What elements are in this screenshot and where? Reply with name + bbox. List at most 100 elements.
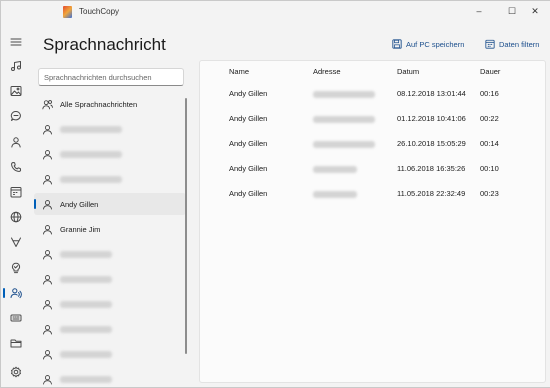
contact-name: Grannie Jim <box>60 224 101 234</box>
table-row[interactable]: Andy Gillen 01.12.2018 10:41:06 00:22 <box>200 106 545 131</box>
contact-item[interactable] <box>34 168 186 190</box>
contact-all-voicemails[interactable]: Alle Sprachnachrichten <box>34 93 186 115</box>
cell-date: 01.12.2018 10:41:06 <box>397 114 466 123</box>
search-box[interactable] <box>38 68 187 86</box>
redacted-contact-name <box>60 375 112 383</box>
contact-list-scrollbar[interactable] <box>185 98 187 354</box>
save-to-pc-button[interactable]: Auf PC speichern <box>392 38 464 50</box>
table-row[interactable]: Andy Gillen 11.06.2018 16:35:26 00:10 <box>200 156 545 181</box>
nav-internet-button[interactable] <box>7 208 25 226</box>
column-header-date[interactable]: Datum <box>397 67 419 76</box>
contact-item[interactable] <box>34 143 186 165</box>
cell-address <box>313 89 375 98</box>
contact-name: Alle Sprachnachrichten <box>60 99 138 109</box>
redacted-address <box>313 140 375 148</box>
save-icon <box>392 39 402 49</box>
cell-address <box>313 164 357 173</box>
person-icon <box>41 248 53 260</box>
cell-address <box>313 189 357 198</box>
cell-duration: 00:14 <box>480 139 499 148</box>
calendar-filter-icon <box>485 39 495 49</box>
person-icon <box>41 273 53 285</box>
contact-item[interactable] <box>34 368 186 387</box>
nav-music-button[interactable] <box>7 57 25 75</box>
voicemail-icon <box>10 288 22 299</box>
person-icon <box>41 198 53 210</box>
person-icon <box>41 323 53 335</box>
column-header-duration[interactable]: Dauer <box>480 67 500 76</box>
files-icon <box>10 339 22 348</box>
nav-calendar-button[interactable] <box>7 183 25 201</box>
table-row[interactable]: Andy Gillen 26.10.2018 15:05:29 00:14 <box>200 131 545 156</box>
contact-item[interactable]: Andy Gillen <box>34 193 186 215</box>
redacted-contact-name <box>60 300 112 308</box>
redacted-contact-name <box>60 275 112 283</box>
messages-icon <box>10 110 21 121</box>
contact-item[interactable] <box>34 118 186 140</box>
menu-icon <box>10 38 22 46</box>
calls-icon <box>11 162 22 172</box>
table-row[interactable]: Andy Gillen 11.05.2018 22:32:49 00:23 <box>200 181 545 206</box>
nav-settings-button[interactable] <box>7 363 25 381</box>
redacted-address <box>313 165 357 173</box>
person-icon <box>41 123 53 135</box>
person-icon <box>41 148 53 160</box>
redacted-address <box>313 190 357 198</box>
contact-item[interactable] <box>34 293 186 315</box>
contact-item[interactable]: Grannie Jim <box>34 218 186 240</box>
contact-item[interactable] <box>34 318 186 340</box>
column-header-name[interactable]: Name <box>229 67 249 76</box>
redacted-contact-name <box>60 125 122 133</box>
contact-item[interactable] <box>34 268 186 290</box>
cell-date: 26.10.2018 15:05:29 <box>397 139 466 148</box>
touchcopy-logo-icon <box>63 6 72 18</box>
redacted-contact-name <box>60 350 112 358</box>
redacted-contact-name <box>60 175 122 183</box>
cell-name: Andy Gillen <box>229 139 268 148</box>
column-header-address[interactable]: Adresse <box>313 67 341 76</box>
cell-duration: 00:22 <box>480 114 499 123</box>
nav-messages-button[interactable] <box>7 107 25 125</box>
cell-date: 08.12.2018 13:01:44 <box>397 89 466 98</box>
nav-wifi-button[interactable] <box>7 309 25 327</box>
cell-address <box>313 114 375 123</box>
contact-item[interactable] <box>34 343 186 365</box>
filter-data-button[interactable]: Daten filtern <box>485 38 539 50</box>
nav-calls-button[interactable] <box>7 158 25 176</box>
search-input[interactable] <box>39 69 187 85</box>
redacted-address <box>313 115 375 123</box>
nav-menu-button[interactable] <box>7 33 25 51</box>
cell-name: Andy Gillen <box>229 189 268 198</box>
cell-duration: 00:16 <box>480 89 499 98</box>
table-row[interactable]: Andy Gillen 08.12.2018 13:01:44 00:16 <box>200 81 545 106</box>
nav-active-indicator <box>3 288 5 298</box>
cell-name: Andy Gillen <box>229 89 268 98</box>
contact-item[interactable] <box>34 243 186 265</box>
cell-date: 11.05.2018 22:32:49 <box>397 189 466 198</box>
cell-duration: 00:23 <box>480 189 499 198</box>
person-icon <box>41 223 53 235</box>
calendar-icon <box>10 187 22 198</box>
selection-indicator <box>34 199 36 209</box>
close-button[interactable]: ✕ <box>524 4 546 18</box>
app-title: TouchCopy <box>79 7 120 16</box>
nav-notes-button[interactable] <box>7 233 25 251</box>
maximize-button[interactable]: ☐ <box>501 4 523 18</box>
minimize-button[interactable]: – <box>468 4 490 18</box>
photos-icon <box>10 86 22 96</box>
person-icon <box>41 348 53 360</box>
nav-reminders-button[interactable] <box>7 259 25 277</box>
cell-date: 11.06.2018 16:35:26 <box>397 164 466 173</box>
nav-photos-button[interactable] <box>7 82 25 100</box>
nav-files-button[interactable] <box>7 334 25 352</box>
save-to-pc-label: Auf PC speichern <box>406 39 465 49</box>
nav-voicemail-button[interactable] <box>7 284 25 302</box>
redacted-contact-name <box>60 150 122 158</box>
filter-data-label: Daten filtern <box>499 39 540 49</box>
redacted-contact-name <box>60 250 112 258</box>
cell-name: Andy Gillen <box>229 164 268 173</box>
cell-name: Andy Gillen <box>229 114 268 123</box>
contacts-icon <box>11 137 21 148</box>
notes-icon <box>11 237 21 247</box>
nav-contacts-button[interactable] <box>7 133 25 151</box>
